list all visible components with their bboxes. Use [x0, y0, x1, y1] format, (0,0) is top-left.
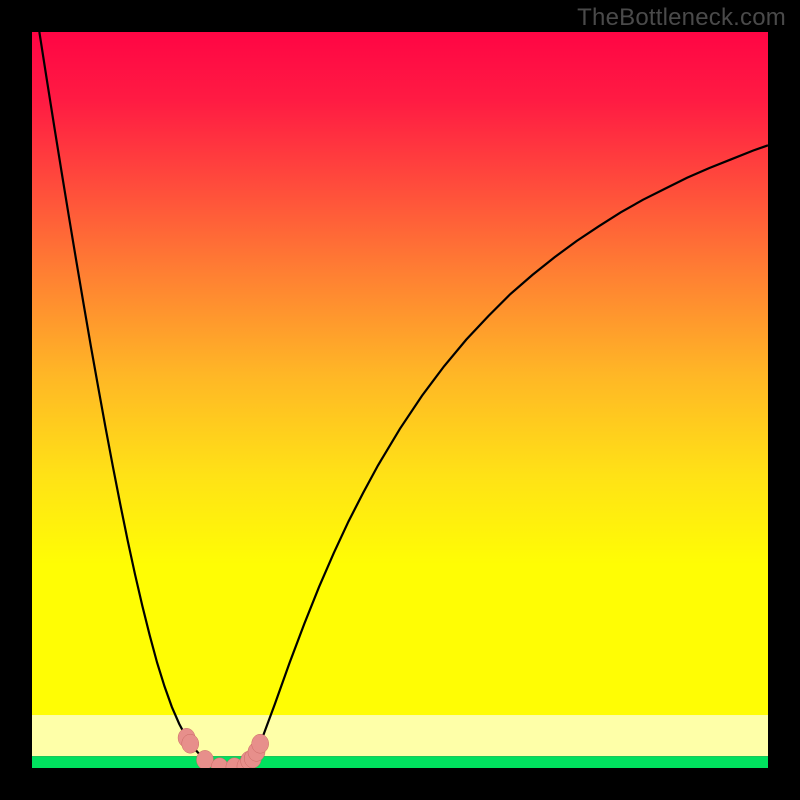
data-marker	[182, 734, 199, 753]
data-marker	[196, 750, 213, 768]
chart-plot	[32, 32, 768, 768]
data-marker	[252, 734, 269, 753]
watermark-text: TheBottleneck.com	[577, 4, 786, 32]
chart-frame: TheBottleneck.com	[0, 0, 800, 800]
